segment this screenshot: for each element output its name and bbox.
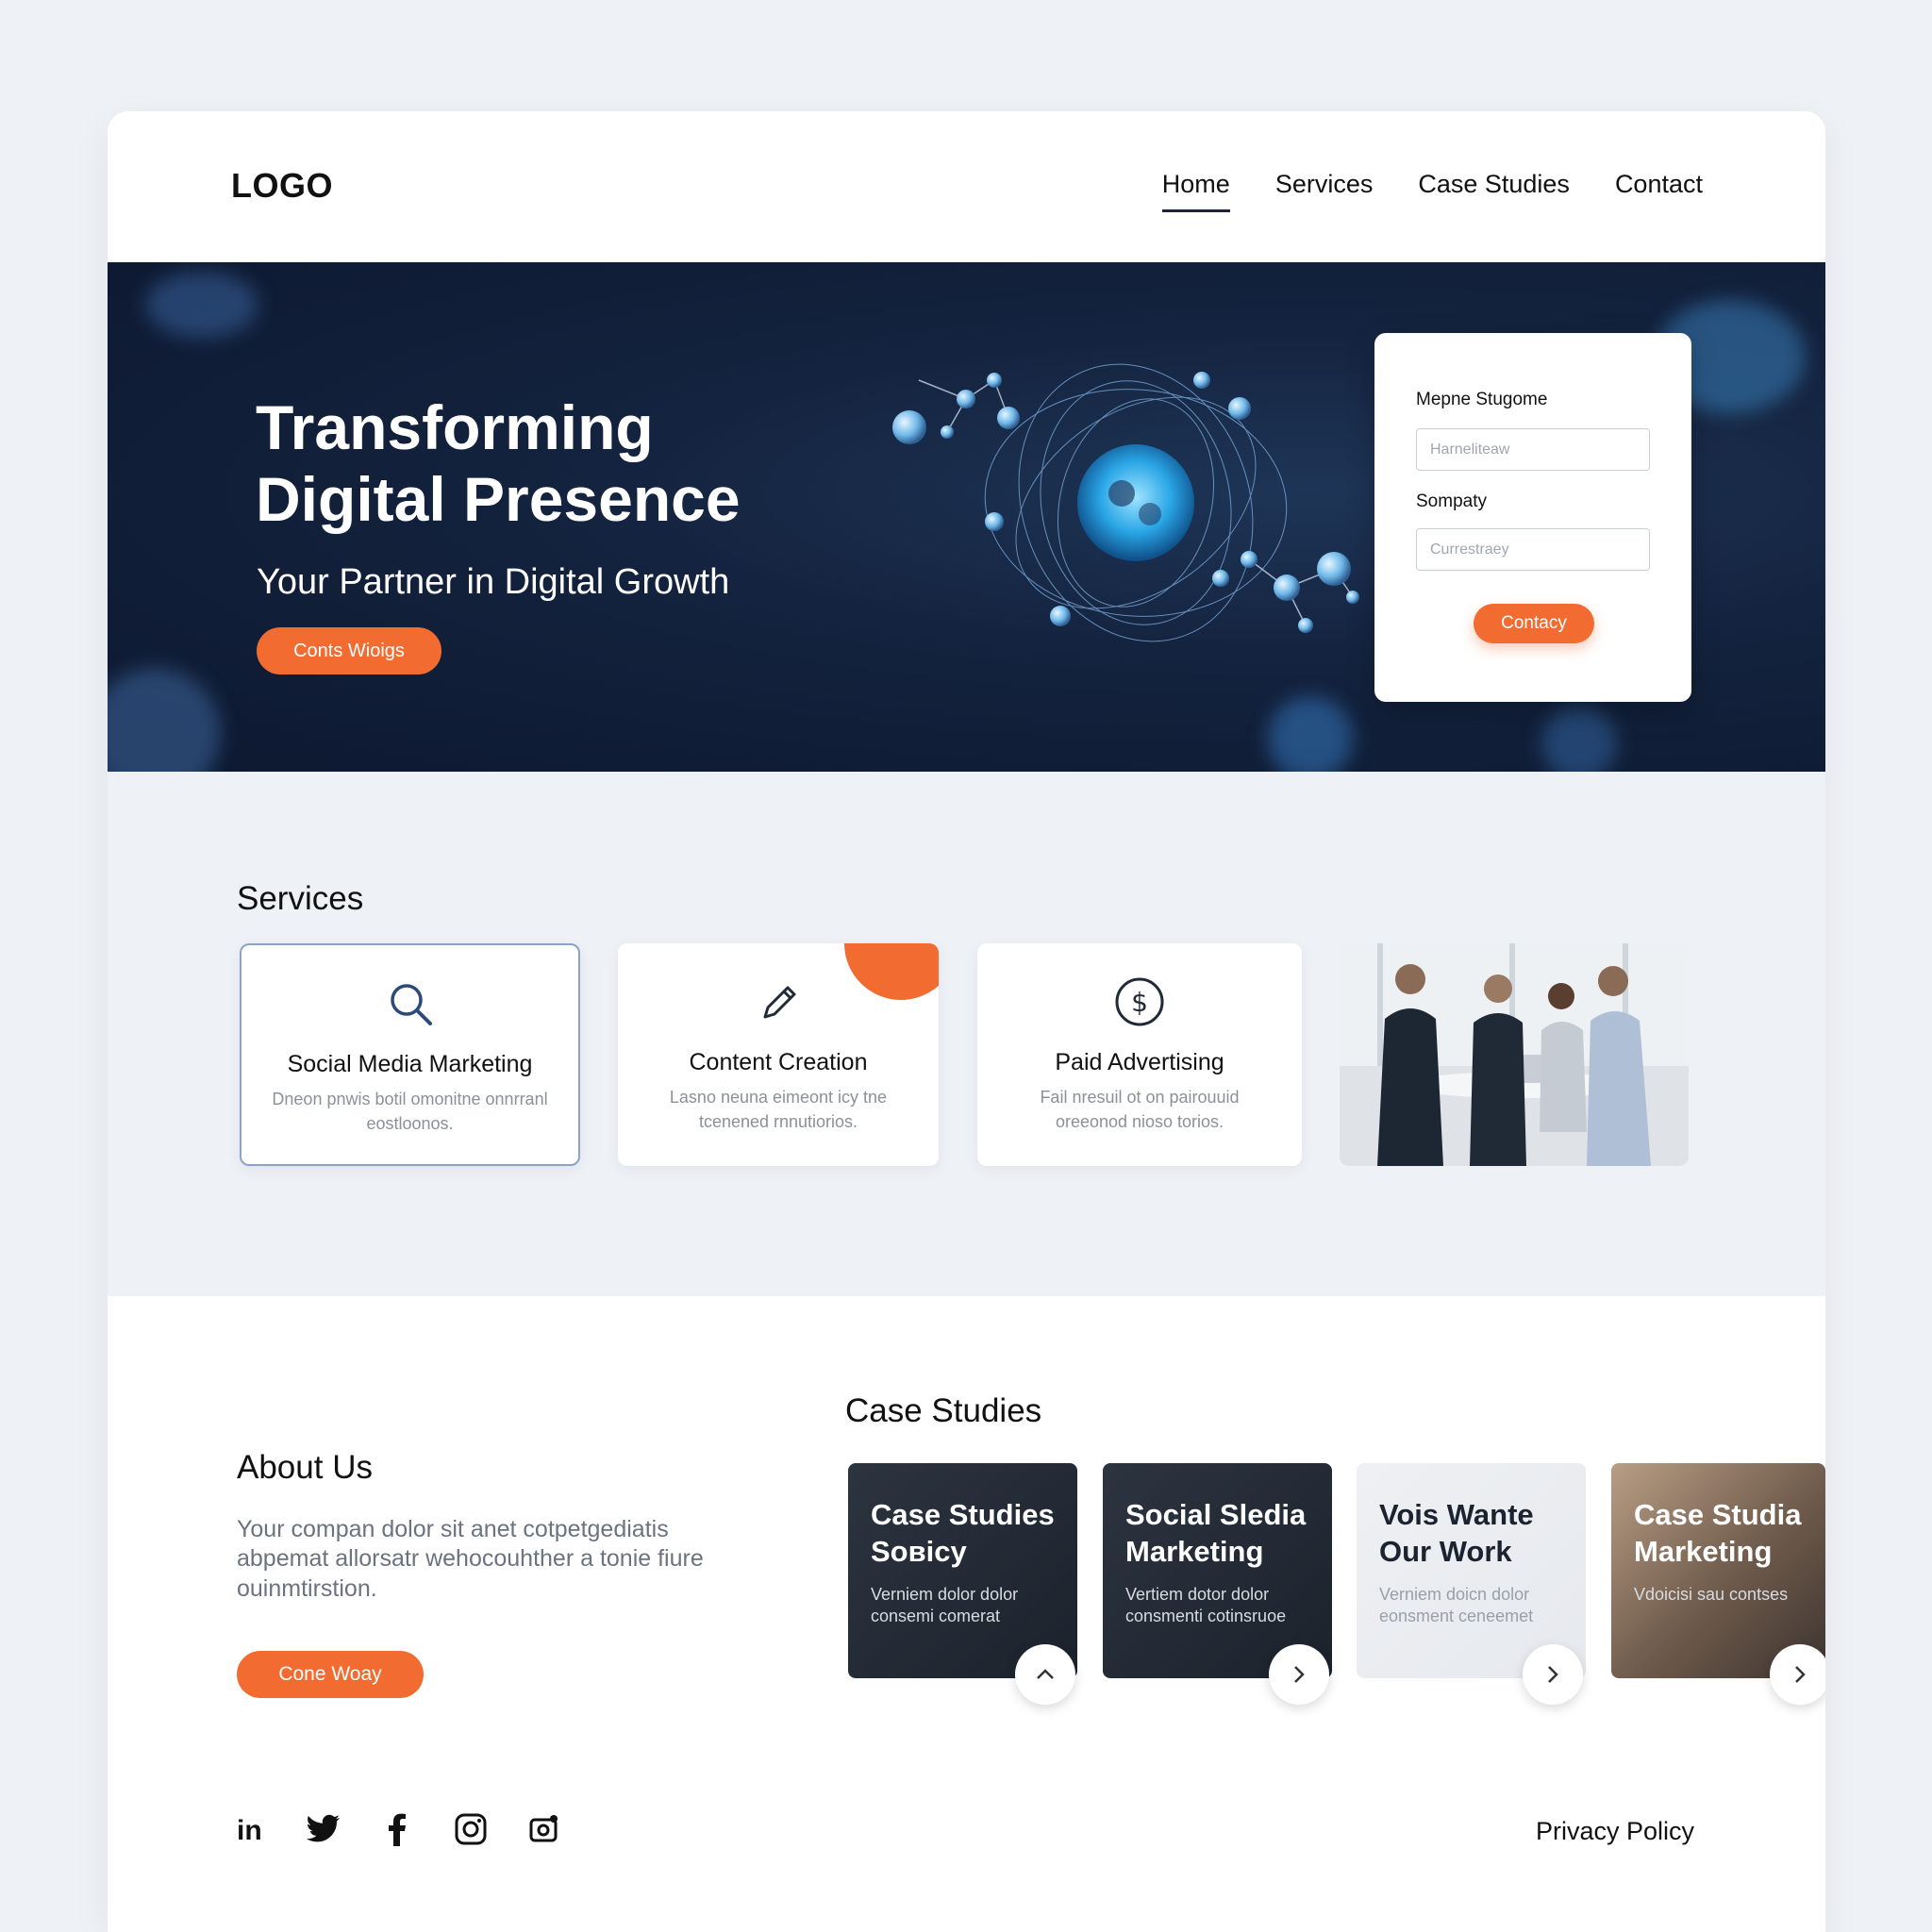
service-title: Paid Advertising — [1055, 1049, 1224, 1075]
case-title: Case Studia Marketing — [1634, 1498, 1802, 1568]
case-desc: Verniem doicn dolor eonsment ceneemet — [1379, 1585, 1534, 1626]
nav-case-studies[interactable]: Case Studies — [1418, 170, 1570, 207]
about-title: About Us — [237, 1449, 373, 1486]
hero-cta-button[interactable]: Conts Wioigs — [257, 627, 441, 675]
contact-form-card: Mepne Stugome Sompaty Contacy — [1374, 333, 1691, 702]
case-title: Case Studies Soвicy — [871, 1498, 1055, 1568]
chevron-up-icon — [1037, 1669, 1054, 1679]
field1-label: Mepne Stugome — [1416, 390, 1548, 409]
main-nav: Home Services Case Studies Contact — [1161, 170, 1703, 212]
about-description: Your compan dolor sit anet cotpetgediati… — [237, 1516, 704, 1602]
case-title: Vois Wante Our Work — [1379, 1498, 1534, 1568]
service-desc: Fail nresuil ot on pairouuid oreeonod ni… — [1040, 1088, 1240, 1132]
chevron-right-icon — [1294, 1666, 1305, 1683]
svg-text:in: in — [237, 1815, 262, 1844]
nav-home[interactable]: Home — [1161, 170, 1230, 212]
facebook-icon[interactable] — [379, 1811, 415, 1847]
instagram-icon[interactable] — [453, 1811, 489, 1847]
service-card-content[interactable]: Content Creation Lasno neuna eimeont icy… — [618, 943, 939, 1166]
svg-text:$: $ — [1131, 987, 1148, 1018]
nav-services[interactable]: Services — [1275, 170, 1374, 207]
privacy-policy-link[interactable]: Privacy Policy — [1536, 1817, 1694, 1846]
hero-subtitle: Your Partner in Digital Growth — [257, 562, 730, 602]
chevron-right-icon — [1795, 1666, 1806, 1683]
bokeh-decor — [1541, 706, 1617, 772]
nav-contact[interactable]: Contact — [1615, 170, 1703, 207]
logo[interactable]: LOGO — [231, 166, 333, 206]
case-desc: Vertiem dotor dolor consmenti cotinsruoe — [1125, 1585, 1287, 1626]
site-header: LOGO Home Services Case Studies Contact — [108, 111, 1825, 262]
about-cta-button[interactable]: Cone Woay — [237, 1651, 424, 1698]
case-title: Social Sledia Marketing — [1125, 1498, 1307, 1568]
linkedin-icon[interactable]: in — [232, 1811, 268, 1847]
case-desc: Vdoicisi sau contses — [1634, 1585, 1789, 1604]
molecule-illustration — [892, 363, 1359, 642]
service-title: Content Creation — [689, 1049, 868, 1075]
bokeh-decor — [1268, 696, 1353, 772]
accent-corner-shape — [844, 943, 939, 1000]
contact-submit-button[interactable]: Contacy — [1474, 604, 1594, 643]
dollar-icon: $ — [1115, 977, 1164, 1026]
service-title: Social Media Marketing — [287, 1051, 533, 1077]
page-container: LOGO Home Services Case Studies Contact … — [108, 111, 1825, 1932]
field2-label: Sompaty — [1416, 491, 1487, 511]
bokeh-decor — [108, 668, 221, 772]
chevron-right-icon — [1548, 1666, 1558, 1683]
service-desc: Dneon pnwis botil omonitne onnrranl eost… — [272, 1090, 548, 1134]
service-card-social[interactable]: Social Media Marketing Dneon pnwis botil… — [240, 943, 580, 1166]
case-nav-button[interactable] — [1015, 1644, 1075, 1705]
camera-icon[interactable] — [526, 1811, 562, 1847]
social-links: in — [232, 1811, 562, 1847]
hero-title: Transforming Digital Presence — [256, 392, 741, 534]
search-icon — [390, 984, 432, 1025]
service-card-paid[interactable]: $ Paid Advertising Fail nresuil ot on pa… — [977, 943, 1302, 1166]
case-studies-title: Case Studies — [845, 1392, 1042, 1429]
case-nav-button[interactable] — [1770, 1644, 1825, 1705]
pencil-icon — [763, 986, 796, 1019]
case-desc: Verniem dolor dolor consemi comerat — [871, 1585, 1019, 1626]
team-photo — [1340, 943, 1689, 1166]
services-title: Services — [237, 880, 364, 917]
name-input[interactable] — [1416, 428, 1650, 471]
service-desc: Lasno neuna eimeont icy tne tcenened rnn… — [669, 1088, 888, 1132]
bokeh-decor — [145, 272, 258, 338]
twitter-icon[interactable] — [306, 1811, 341, 1847]
company-input[interactable] — [1416, 528, 1650, 571]
case-nav-button[interactable] — [1269, 1644, 1329, 1705]
case-nav-button[interactable] — [1523, 1644, 1583, 1705]
hero-banner: Transforming Digital Presence Your Partn… — [108, 262, 1825, 772]
